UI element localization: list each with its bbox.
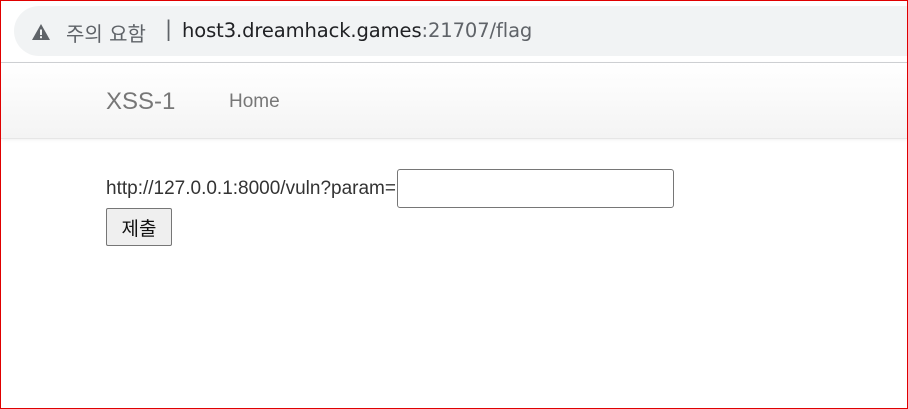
security-status-label[interactable]: 주의 요함 [66,18,146,47]
submit-button[interactable]: 제출 [106,208,172,246]
url-host: host3.dreamhack.games [182,19,422,42]
param-row: http://127.0.0.1:8000/vuln?param= [106,169,674,208]
param-input[interactable] [396,169,674,208]
warning-triangle-icon[interactable] [31,22,51,42]
nav-home-link[interactable]: Home [229,91,280,113]
navbar-brand[interactable]: XSS-1 [106,88,175,116]
browser-toolbar: 주의 요함 | host3.dreamhack.games:21707/flag [1,1,908,62]
site-navbar: XSS-1 Home [1,63,907,139]
address-separator: | [165,17,173,41]
url-text[interactable]: host3.dreamhack.games:21707/flag [182,19,532,42]
url-port-path: :21707/flag [421,19,533,42]
vuln-url-label: http://127.0.0.1:8000/vuln?param= [106,177,396,199]
